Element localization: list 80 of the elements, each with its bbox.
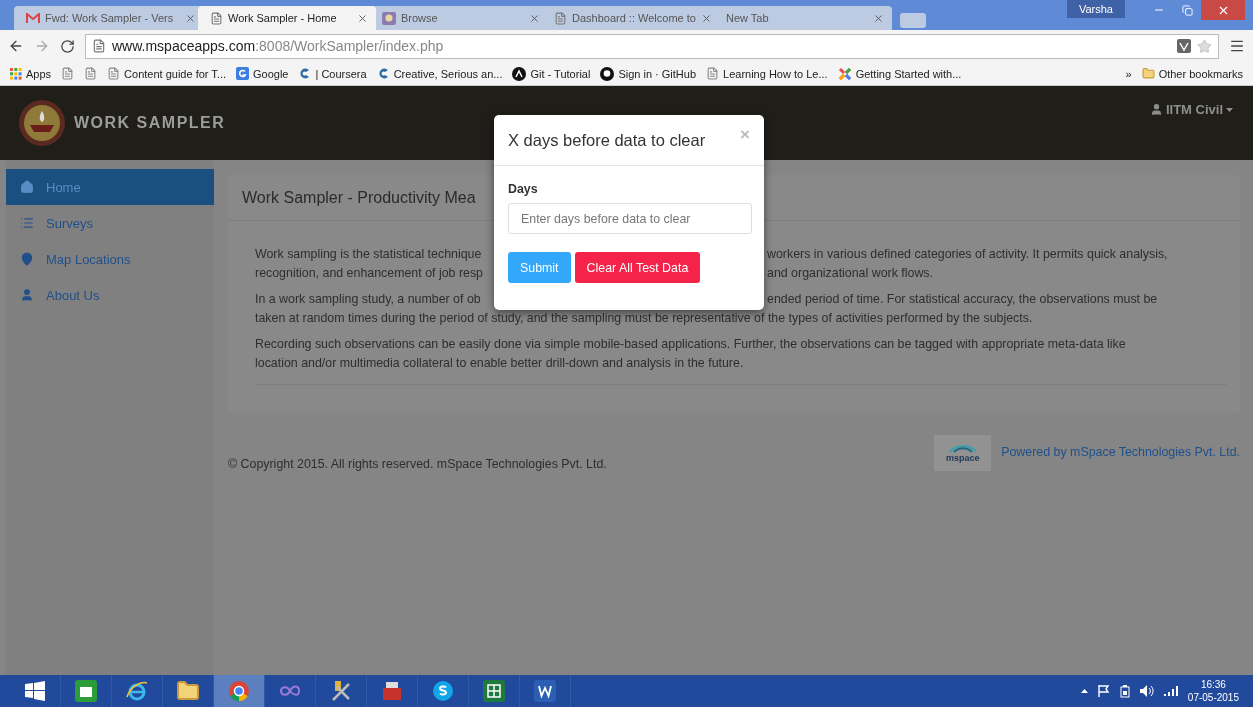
panel-title: Work Sampler - Productivity Mea: [242, 188, 476, 207]
page-icon: [706, 67, 720, 80]
list-icon: [20, 216, 34, 230]
paragraph-line: recognition, and enhancement of job resp: [255, 264, 484, 282]
close-icon[interactable]: [873, 12, 884, 24]
browser-tab[interactable]: New Tab: [714, 6, 892, 30]
folder-icon: [176, 679, 200, 703]
other-bookmarks[interactable]: Other bookmarks: [1141, 67, 1243, 80]
paragraph-line: Recording such observations can be easily done via simple mobile-based applications. Further, the observations can be tagged with appropriate meta-data like: [255, 336, 1126, 353]
menu-icon[interactable]: [1229, 38, 1245, 54]
days-input-field[interactable]: Enter days before data to clear: [508, 203, 752, 234]
bookmark[interactable]: Google: [236, 67, 289, 80]
paragraph-line: workers in various defined categories of activity. It permits quick analysis,: [767, 246, 1168, 263]
more-bookmarks-button[interactable]: »: [1125, 67, 1132, 80]
map-pin-icon: [20, 252, 34, 266]
page-icon: [107, 67, 121, 80]
speaker-icon[interactable]: [1139, 685, 1154, 697]
bookmark[interactable]: Apps: [10, 67, 52, 80]
restore-icon: [1181, 4, 1193, 16]
caret-icon: [1226, 107, 1233, 112]
browser-tab[interactable]: Work Sampler - Home: [198, 6, 376, 30]
paragraph-line: location and/or multimedia collateral to enable better drill-down and analysis in the future.: [255, 354, 744, 372]
windows-logo-icon: [25, 681, 45, 701]
field-label: Days: [508, 182, 539, 196]
paragraph-line: and organizational work flows.: [767, 264, 933, 282]
bookmark[interactable]: Creative, Serious an...: [376, 67, 503, 80]
app-title: WORK SAMPLER: [74, 114, 226, 132]
bookmark[interactable]: Getting Started with...: [837, 66, 962, 81]
bookmark-icon[interactable]: [61, 67, 75, 80]
folder-icon: [1141, 67, 1155, 80]
apps-grid-icon: [10, 67, 22, 80]
toolbox-icon: [380, 679, 404, 703]
mail-icon: [26, 13, 40, 23]
paragraph-line: taken at random times during the period of study, and the sampling must be representative of the types of activities performed by the subjects.: [255, 309, 1033, 327]
skype-icon: [431, 679, 455, 703]
user-menu[interactable]: IITM Civil: [1149, 102, 1233, 117]
paragraph-line: ended period of time. For statistical accuracy, the observations must be: [767, 291, 1158, 308]
image-icon: [382, 11, 396, 25]
joomla-icon: [837, 66, 852, 81]
close-icon[interactable]: [529, 12, 540, 24]
home-icon: [20, 180, 34, 194]
chrome-icon: [227, 679, 251, 703]
clear-data-button[interactable]: Clear All Test Data: [574, 252, 701, 283]
bookmark[interactable]: Git - Tutorial: [512, 66, 591, 81]
copyright-text: © Copyright 2015. All rights reserved. mSpace Technologies Pvt. Ltd.: [228, 457, 607, 471]
document-icon: [533, 679, 557, 703]
close-icon[interactable]: [701, 12, 712, 24]
close-icon[interactable]: [185, 12, 196, 24]
bookmark[interactable]: Learning How to Le...: [706, 67, 828, 80]
user-icon: [20, 288, 34, 302]
clock[interactable]: 16:36 07-05-2015: [1187, 678, 1239, 704]
google-g-icon: [236, 67, 249, 80]
paragraph-line: In a work sampling study, a number of ob: [255, 291, 482, 308]
back-icon[interactable]: [8, 38, 24, 54]
ie-e-icon: [125, 679, 149, 703]
bookmark[interactable]: Content guide for T...: [107, 67, 226, 80]
page-icon: [554, 11, 567, 25]
bookmark-icon[interactable]: [84, 67, 98, 80]
user-icon: [1149, 103, 1163, 116]
bookmark[interactable]: | Coursera: [298, 67, 367, 80]
page-icon: [210, 11, 223, 25]
page-icon: [84, 67, 98, 80]
institute-emblem: [18, 99, 66, 147]
company-logo: mspace: [934, 435, 992, 471]
tray-caret-icon[interactable]: [1080, 689, 1088, 693]
spreadsheet-icon: [482, 679, 506, 703]
swirl-icon: [376, 67, 390, 80]
reload-icon[interactable]: [60, 38, 75, 54]
git-logo-icon: [512, 66, 527, 81]
paragraph-line: Work sampling is the statistical technique: [255, 246, 483, 263]
bookmark[interactable]: Sign in · GitHub: [600, 66, 697, 81]
close-icon[interactable]: [357, 12, 368, 24]
signal-icon[interactable]: [1163, 686, 1178, 696]
flag-icon[interactable]: [1097, 685, 1110, 697]
page-icon: [61, 67, 75, 80]
octocat-icon: [600, 66, 615, 81]
battery-icon[interactable]: [1119, 684, 1130, 698]
modal-title: X days before data to clear: [508, 130, 707, 150]
profile-name: Varsha: [1066, 0, 1125, 18]
address-bar[interactable]: www.mspaceapps.com:8008/WorkSampler/index.php: [85, 33, 1219, 59]
